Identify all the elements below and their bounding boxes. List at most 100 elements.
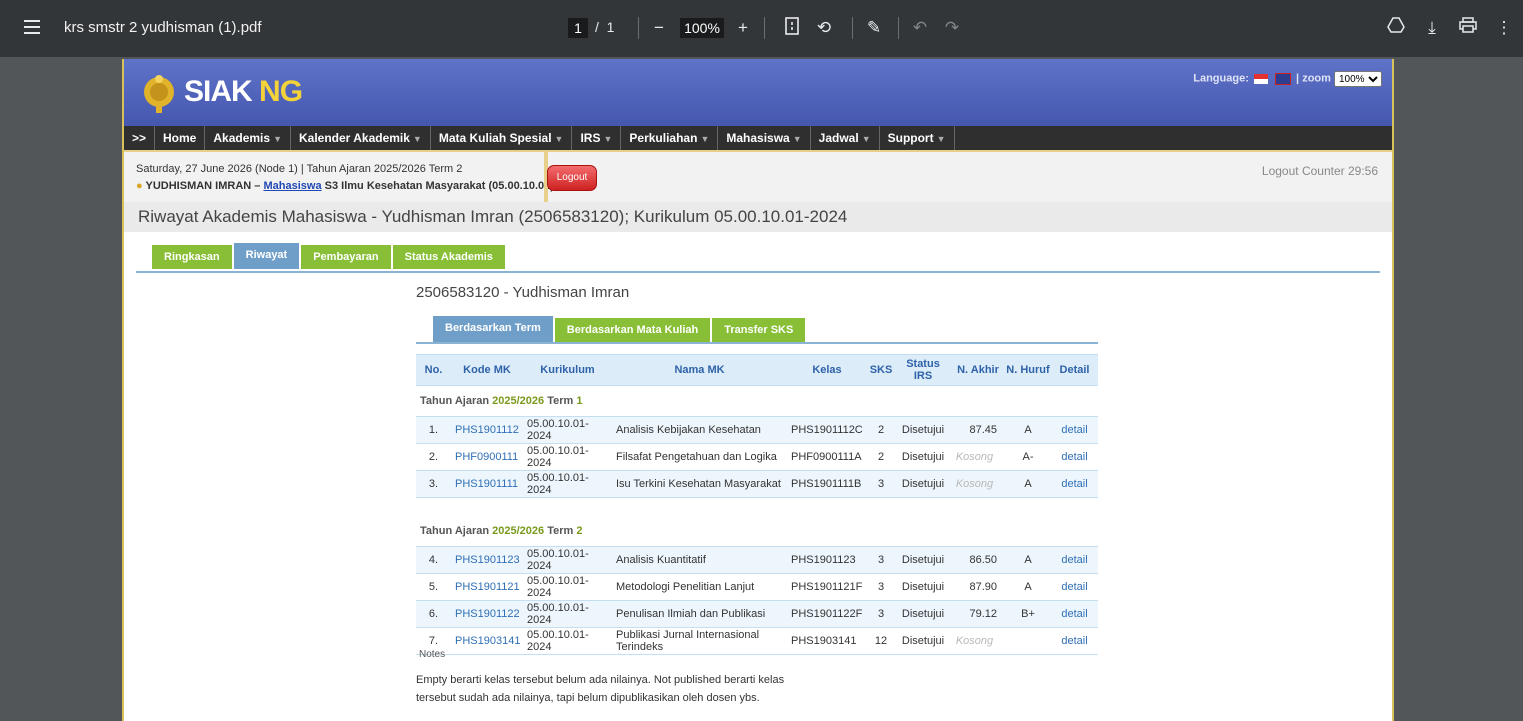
curriculum-cell: 05.00.10.01-2024 (523, 546, 612, 574)
course-name-cell: Metodologi Penelitian Lanjut (612, 573, 787, 601)
irs-status-cell: Disetujui (895, 600, 951, 628)
page-number-input[interactable]: 1 (568, 18, 588, 38)
column-header: Detail (1051, 354, 1098, 386)
tab-underline (136, 271, 1380, 273)
zoom-out-icon[interactable]: − (648, 17, 670, 39)
undo-icon[interactable]: ↶ (909, 17, 931, 39)
sub-tabs: Berdasarkan Term Berdasarkan Mata Kuliah T… (433, 316, 807, 342)
term-prefix: Tahun Ajaran (420, 395, 490, 407)
irs-status-cell: Disetujui (895, 627, 951, 655)
tab-riwayat[interactable]: Riwayat (233, 243, 300, 269)
detail-link[interactable]: detail (1051, 627, 1098, 655)
more-options-icon[interactable]: ⋮ (1493, 17, 1515, 39)
logout-button[interactable]: Logout (547, 165, 597, 191)
detail-link[interactable]: detail (1051, 443, 1098, 471)
rotate-icon[interactable]: ⟲ (813, 17, 835, 39)
credits-cell: 3 (867, 573, 895, 601)
course-code-link[interactable]: PHF0900111 (451, 443, 523, 471)
letter-grade-cell: A (1005, 416, 1051, 444)
course-code-link[interactable]: PHS1901123 (451, 546, 523, 574)
caret-down-icon: ▼ (792, 134, 802, 144)
final-score-cell: 87.90 (951, 573, 1005, 601)
curriculum-cell: 05.00.10.01-2024 (523, 443, 612, 471)
site-logo[interactable]: SIAK NG (184, 75, 303, 109)
tab-status-akademis[interactable]: Status Akademis (392, 245, 505, 269)
curriculum-cell: 05.00.10.01-2024 (523, 600, 612, 628)
caret-down-icon: ▼ (861, 134, 871, 144)
table-row: 3. PHS1901111 05.00.10.01-2024 Isu Terkini … (416, 470, 1098, 498)
detail-link[interactable]: detail (1051, 600, 1098, 628)
row-number: 2. (416, 443, 451, 471)
nav-item-mata-kuliah-spesial[interactable]: Mata Kuliah Spesial ▼ (431, 126, 573, 150)
credits-cell: 2 (867, 443, 895, 471)
university-emblem-icon (142, 72, 176, 114)
role-link[interactable]: Mahasiswa (263, 180, 321, 192)
nav-item-perkuliahan[interactable]: Perkuliahan ▼ (621, 126, 719, 150)
row-number: 4. (416, 546, 451, 574)
table-row: 4. PHS1901123 05.00.10.01-2024 Analisis Kua… (416, 546, 1098, 574)
nav-item-jadwal[interactable]: Jadwal ▼ (811, 126, 880, 150)
notes-label: Notes (419, 649, 446, 660)
zoom-input[interactable]: 100% (680, 18, 724, 38)
irs-status-cell: Disetujui (895, 573, 951, 601)
tab-transfer-sks[interactable]: Transfer SKS (712, 318, 806, 342)
course-code-link[interactable]: PHS1901112 (451, 416, 523, 444)
session-date: Saturday, 27 June 2026 (Node 1) | Tahun … (136, 163, 463, 175)
zoom-select[interactable]: 100% (1334, 71, 1382, 87)
letter-grade-cell: A (1005, 470, 1051, 498)
row-number: 3. (416, 470, 451, 498)
credits-cell: 12 (867, 627, 895, 655)
nav-item-home[interactable]: Home (155, 126, 206, 150)
redo-icon[interactable]: ↷ (941, 17, 963, 39)
nav-item-irs[interactable]: IRS ▼ (572, 126, 622, 150)
course-name-cell: Filsafat Pengetahuan dan Logika (612, 443, 787, 471)
fit-page-icon[interactable] (781, 17, 803, 39)
flag-uk-icon[interactable] (1275, 72, 1291, 85)
detail-link[interactable]: detail (1051, 470, 1098, 498)
spacer-cell (416, 497, 1098, 516)
download-icon[interactable]: ⤓ (1421, 17, 1443, 39)
menu-icon[interactable] (24, 20, 40, 34)
irs-status-cell: Disetujui (895, 416, 951, 444)
tab-berdasarkan-mata-kuliah[interactable]: Berdasarkan Mata Kuliah (554, 318, 711, 342)
curriculum-cell: 05.00.10.01-2024 (523, 573, 612, 601)
class-cell: PHS1901112C (787, 416, 867, 444)
course-code-link[interactable]: PHS1901111 (451, 470, 523, 498)
term-number: 2 (576, 525, 583, 537)
main-navbar: >> Home Akademis ▼ Kalender Akademik ▼ Mata K… (124, 126, 1392, 150)
detail-link[interactable]: detail (1051, 573, 1098, 601)
detail-link[interactable]: detail (1051, 416, 1098, 444)
final-score-cell: Kosong (951, 470, 1005, 498)
nav-item-akademis[interactable]: Akademis ▼ (205, 126, 291, 150)
caret-down-icon: ▼ (554, 134, 564, 144)
caret-down-icon: ▼ (700, 134, 710, 144)
notes-text: Empty berarti kelas tersebut belum ada n… (416, 674, 785, 704)
toolbar-divider (764, 17, 765, 39)
nav-item-label: Jadwal (818, 131, 859, 145)
tab-ringkasan[interactable]: Ringkasan (152, 245, 232, 269)
column-header: Kode MK (451, 354, 523, 386)
course-name-cell: Isu Terkini Kesehatan Masyarakat (612, 470, 787, 498)
nav-item-label: Kalender Akademik (298, 131, 410, 145)
zoom-in-icon[interactable]: + (732, 17, 754, 39)
nav-toggle[interactable]: >> (124, 126, 156, 150)
class-cell: PHS1901122F (787, 600, 867, 628)
annotate-icon[interactable]: ✎ (863, 17, 885, 39)
course-code-link[interactable]: PHS1903141 (451, 627, 523, 655)
tab-berdasarkan-term[interactable]: Berdasarkan Term (433, 316, 553, 342)
final-score-cell: Kosong (951, 443, 1005, 471)
detail-link[interactable]: detail (1051, 546, 1098, 574)
print-icon[interactable] (1457, 17, 1479, 39)
course-code-link[interactable]: PHS1901122 (451, 600, 523, 628)
subtab-underline (416, 342, 1098, 344)
flag-indonesia-icon[interactable] (1253, 73, 1268, 84)
nav-item-support[interactable]: Support ▼ (880, 126, 955, 150)
tab-pembayaran[interactable]: Pembayaran (301, 245, 391, 269)
course-code-link[interactable]: PHS1901121 (451, 573, 523, 601)
course-name-cell: Publikasi Jurnal Internasional Terindeks (612, 627, 787, 655)
save-to-drive-icon[interactable] (1385, 17, 1407, 39)
irs-status-cell: Disetujui (895, 470, 951, 498)
nav-item-kalender-akademik[interactable]: Kalender Akademik ▼ (291, 126, 431, 150)
current-user: ● YUDHISMAN IMRAN – Mahasiswa S3 Ilmu Ke… (136, 180, 554, 192)
nav-item-mahasiswa[interactable]: Mahasiswa ▼ (718, 126, 811, 150)
